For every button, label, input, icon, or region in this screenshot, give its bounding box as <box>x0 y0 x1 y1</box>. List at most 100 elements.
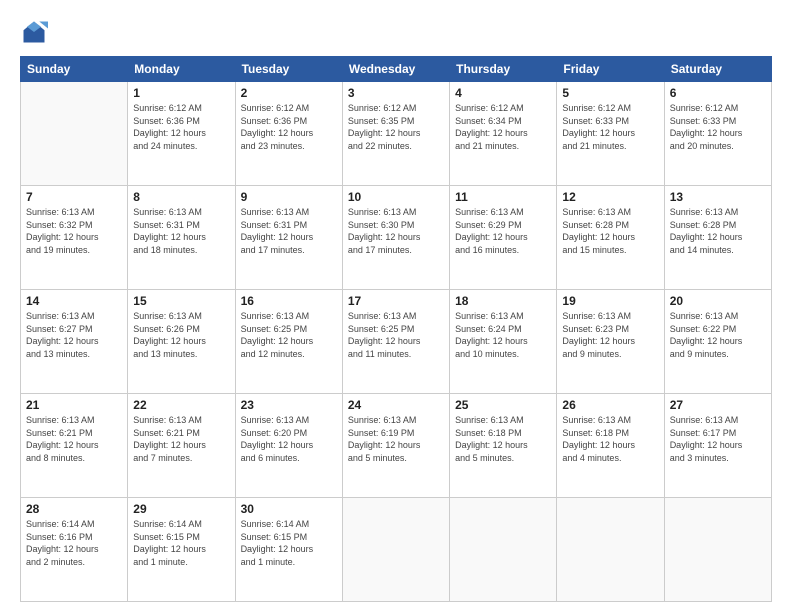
day-info: Sunrise: 6:12 AM Sunset: 6:36 PM Dayligh… <box>133 102 229 152</box>
calendar-cell: 14 Sunrise: 6:13 AM Sunset: 6:27 PM Dayli… <box>21 290 128 394</box>
day-info: Sunrise: 6:13 AM Sunset: 6:28 PM Dayligh… <box>670 206 766 256</box>
calendar-cell: 12 Sunrise: 6:13 AM Sunset: 6:28 PM Dayli… <box>557 186 664 290</box>
calendar-cell: 2 Sunrise: 6:12 AM Sunset: 6:36 PM Daylig… <box>235 82 342 186</box>
calendar-cell: 27 Sunrise: 6:13 AM Sunset: 6:17 PM Dayli… <box>664 394 771 498</box>
day-info: Sunrise: 6:14 AM Sunset: 6:15 PM Dayligh… <box>133 518 229 568</box>
day-info: Sunrise: 6:13 AM Sunset: 6:18 PM Dayligh… <box>562 414 658 464</box>
day-number: 14 <box>26 294 122 308</box>
calendar-cell: 26 Sunrise: 6:13 AM Sunset: 6:18 PM Dayli… <box>557 394 664 498</box>
calendar-cell: 6 Sunrise: 6:12 AM Sunset: 6:33 PM Daylig… <box>664 82 771 186</box>
calendar-cell: 18 Sunrise: 6:13 AM Sunset: 6:24 PM Dayli… <box>450 290 557 394</box>
calendar-cell: 13 Sunrise: 6:13 AM Sunset: 6:28 PM Dayli… <box>664 186 771 290</box>
calendar-cell: 23 Sunrise: 6:13 AM Sunset: 6:20 PM Dayli… <box>235 394 342 498</box>
calendar-cell: 1Sunrise: 6:12 AM Sunset: 6:36 PM Daylig… <box>128 82 235 186</box>
calendar-cell: 11 Sunrise: 6:13 AM Sunset: 6:29 PM Dayli… <box>450 186 557 290</box>
day-number: 2 <box>241 86 337 100</box>
day-info: Sunrise: 6:13 AM Sunset: 6:25 PM Dayligh… <box>241 310 337 360</box>
calendar-cell: 9Sunrise: 6:13 AM Sunset: 6:31 PM Daylig… <box>235 186 342 290</box>
logo <box>20 18 52 46</box>
calendar-cell <box>664 498 771 602</box>
calendar-cell: 5 Sunrise: 6:12 AM Sunset: 6:33 PM Daylig… <box>557 82 664 186</box>
calendar-cell: 19 Sunrise: 6:13 AM Sunset: 6:23 PM Dayli… <box>557 290 664 394</box>
calendar-cell <box>450 498 557 602</box>
day-number: 24 <box>348 398 444 412</box>
calendar-cell: 20 Sunrise: 6:13 AM Sunset: 6:22 PM Dayli… <box>664 290 771 394</box>
day-info: Sunrise: 6:13 AM Sunset: 6:32 PM Dayligh… <box>26 206 122 256</box>
weekday-header: Friday <box>557 57 664 82</box>
calendar-cell: 10 Sunrise: 6:13 AM Sunset: 6:30 PM Dayli… <box>342 186 449 290</box>
day-info: Sunrise: 6:13 AM Sunset: 6:18 PM Dayligh… <box>455 414 551 464</box>
calendar-cell: 4 Sunrise: 6:12 AM Sunset: 6:34 PM Daylig… <box>450 82 557 186</box>
day-info: Sunrise: 6:13 AM Sunset: 6:25 PM Dayligh… <box>348 310 444 360</box>
day-number: 5 <box>562 86 658 100</box>
day-number: 3 <box>348 86 444 100</box>
page: SundayMondayTuesdayWednesdayThursdayFrid… <box>0 0 792 612</box>
day-number: 23 <box>241 398 337 412</box>
day-info: Sunrise: 6:12 AM Sunset: 6:35 PM Dayligh… <box>348 102 444 152</box>
day-number: 17 <box>348 294 444 308</box>
weekday-header: Thursday <box>450 57 557 82</box>
day-number: 16 <box>241 294 337 308</box>
calendar-cell: 3 Sunrise: 6:12 AM Sunset: 6:35 PM Daylig… <box>342 82 449 186</box>
day-info: Sunrise: 6:13 AM Sunset: 6:29 PM Dayligh… <box>455 206 551 256</box>
day-number: 15 <box>133 294 229 308</box>
day-number: 22 <box>133 398 229 412</box>
day-info: Sunrise: 6:13 AM Sunset: 6:20 PM Dayligh… <box>241 414 337 464</box>
day-number: 25 <box>455 398 551 412</box>
calendar-cell: 17 Sunrise: 6:13 AM Sunset: 6:25 PM Dayli… <box>342 290 449 394</box>
day-number: 28 <box>26 502 122 516</box>
day-info: Sunrise: 6:12 AM Sunset: 6:34 PM Dayligh… <box>455 102 551 152</box>
calendar-cell: 30Sunrise: 6:14 AM Sunset: 6:15 PM Dayli… <box>235 498 342 602</box>
weekday-header: Saturday <box>664 57 771 82</box>
calendar-cell <box>342 498 449 602</box>
day-info: Sunrise: 6:13 AM Sunset: 6:21 PM Dayligh… <box>133 414 229 464</box>
day-info: Sunrise: 6:12 AM Sunset: 6:33 PM Dayligh… <box>670 102 766 152</box>
day-info: Sunrise: 6:14 AM Sunset: 6:15 PM Dayligh… <box>241 518 337 568</box>
day-number: 6 <box>670 86 766 100</box>
calendar-cell: 22 Sunrise: 6:13 AM Sunset: 6:21 PM Dayli… <box>128 394 235 498</box>
day-info: Sunrise: 6:13 AM Sunset: 6:28 PM Dayligh… <box>562 206 658 256</box>
day-info: Sunrise: 6:13 AM Sunset: 6:30 PM Dayligh… <box>348 206 444 256</box>
day-number: 11 <box>455 190 551 204</box>
day-number: 7 <box>26 190 122 204</box>
day-number: 20 <box>670 294 766 308</box>
day-number: 12 <box>562 190 658 204</box>
calendar-cell: 29 Sunrise: 6:14 AM Sunset: 6:15 PM Dayli… <box>128 498 235 602</box>
calendar-table: SundayMondayTuesdayWednesdayThursdayFrid… <box>20 56 772 602</box>
day-number: 18 <box>455 294 551 308</box>
day-info: Sunrise: 6:13 AM Sunset: 6:31 PM Dayligh… <box>133 206 229 256</box>
day-info: Sunrise: 6:14 AM Sunset: 6:16 PM Dayligh… <box>26 518 122 568</box>
day-number: 27 <box>670 398 766 412</box>
day-info: Sunrise: 6:12 AM Sunset: 6:33 PM Dayligh… <box>562 102 658 152</box>
day-info: Sunrise: 6:13 AM Sunset: 6:21 PM Dayligh… <box>26 414 122 464</box>
day-info: Sunrise: 6:13 AM Sunset: 6:17 PM Dayligh… <box>670 414 766 464</box>
day-number: 9 <box>241 190 337 204</box>
calendar-cell: 21 Sunrise: 6:13 AM Sunset: 6:21 PM Dayli… <box>21 394 128 498</box>
day-info: Sunrise: 6:13 AM Sunset: 6:24 PM Dayligh… <box>455 310 551 360</box>
day-number: 21 <box>26 398 122 412</box>
header <box>20 18 772 46</box>
day-number: 10 <box>348 190 444 204</box>
calendar-cell <box>21 82 128 186</box>
calendar-cell: 25 Sunrise: 6:13 AM Sunset: 6:18 PM Dayli… <box>450 394 557 498</box>
calendar-cell: 15 Sunrise: 6:13 AM Sunset: 6:26 PM Dayli… <box>128 290 235 394</box>
day-number: 29 <box>133 502 229 516</box>
calendar-cell: 24 Sunrise: 6:13 AM Sunset: 6:19 PM Dayli… <box>342 394 449 498</box>
calendar-cell <box>557 498 664 602</box>
day-info: Sunrise: 6:12 AM Sunset: 6:36 PM Dayligh… <box>241 102 337 152</box>
calendar-cell: 16 Sunrise: 6:13 AM Sunset: 6:25 PM Dayli… <box>235 290 342 394</box>
day-number: 26 <box>562 398 658 412</box>
day-number: 13 <box>670 190 766 204</box>
calendar-cell: 7 Sunrise: 6:13 AM Sunset: 6:32 PM Daylig… <box>21 186 128 290</box>
day-info: Sunrise: 6:13 AM Sunset: 6:23 PM Dayligh… <box>562 310 658 360</box>
day-info: Sunrise: 6:13 AM Sunset: 6:22 PM Dayligh… <box>670 310 766 360</box>
weekday-header: Monday <box>128 57 235 82</box>
day-info: Sunrise: 6:13 AM Sunset: 6:26 PM Dayligh… <box>133 310 229 360</box>
day-number: 19 <box>562 294 658 308</box>
day-number: 4 <box>455 86 551 100</box>
calendar-cell: 8Sunrise: 6:13 AM Sunset: 6:31 PM Daylig… <box>128 186 235 290</box>
weekday-header: Sunday <box>21 57 128 82</box>
day-info: Sunrise: 6:13 AM Sunset: 6:19 PM Dayligh… <box>348 414 444 464</box>
logo-icon <box>20 18 48 46</box>
day-info: Sunrise: 6:13 AM Sunset: 6:27 PM Dayligh… <box>26 310 122 360</box>
